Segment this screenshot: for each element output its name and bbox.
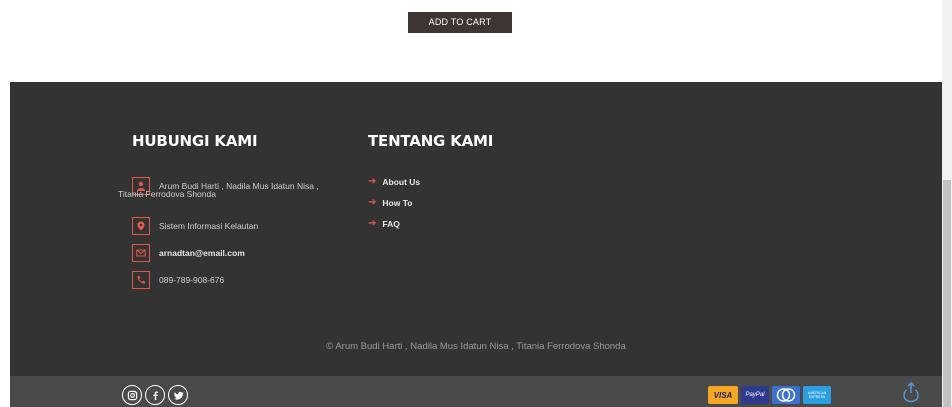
product-area: ADD TO CART [0,0,942,82]
contact-address: Sistem Informasi Kelautan [159,221,259,231]
scrollbar[interactable] [942,0,952,407]
link-label[interactable]: About Us [382,177,420,187]
page: ADD TO CART HUBUNGI KAMI TENTANG KAMI Ar… [0,0,952,407]
about-title: TENTANG KAMI [368,132,494,150]
twitter-icon[interactable] [168,385,188,405]
mail-icon [132,244,150,262]
mastercard-icon [772,386,800,404]
location-icon [132,217,150,235]
scrollbar-thumb[interactable] [943,180,951,407]
amex-icon: AMERICAN EXPRESS [803,386,831,404]
contact-title: HUBUNGI KAMI [132,132,258,150]
footer: HUBUNGI KAMI TENTANG KAMI Arum Budi Hart… [10,82,942,376]
scroll-to-top-icon[interactable] [900,381,922,403]
visa-icon: VISA [708,386,738,404]
arrow-right-icon: ➔ [368,197,377,208]
contact-phone-row: 089-789-908-676 [132,271,224,289]
footer-link-faq[interactable]: ➔ FAQ [368,218,400,229]
instagram-icon[interactable] [122,385,142,405]
contact-email-row: arnadtan@email.com [132,244,245,262]
add-to-cart-button[interactable]: ADD TO CART [408,12,512,33]
footer-link-howto[interactable]: ➔ How To [368,197,412,208]
contact-email[interactable]: arnadtan@email.com [159,246,245,260]
paypal-icon: PayPal [741,386,769,404]
contact-phone: 089-789-908-676 [159,275,225,285]
facebook-icon[interactable] [145,385,165,405]
link-label[interactable]: FAQ [382,219,399,229]
arrow-right-icon: ➔ [368,218,377,229]
contact-address-row: Sistem Informasi Kelautan [132,217,258,235]
copyright: © Arum Budi Harti , Nadila Mus Idatun Ni… [326,341,626,352]
bottom-bar: VISA PayPal AMERICAN EXPRESS [10,376,942,407]
arrow-right-icon: ➔ [368,176,377,187]
phone-icon [132,271,150,289]
footer-link-about[interactable]: ➔ About Us [368,176,420,187]
authors-wrap-mask: Titania Ferrodova Shonda [118,189,216,199]
link-label[interactable]: How To [382,198,412,208]
